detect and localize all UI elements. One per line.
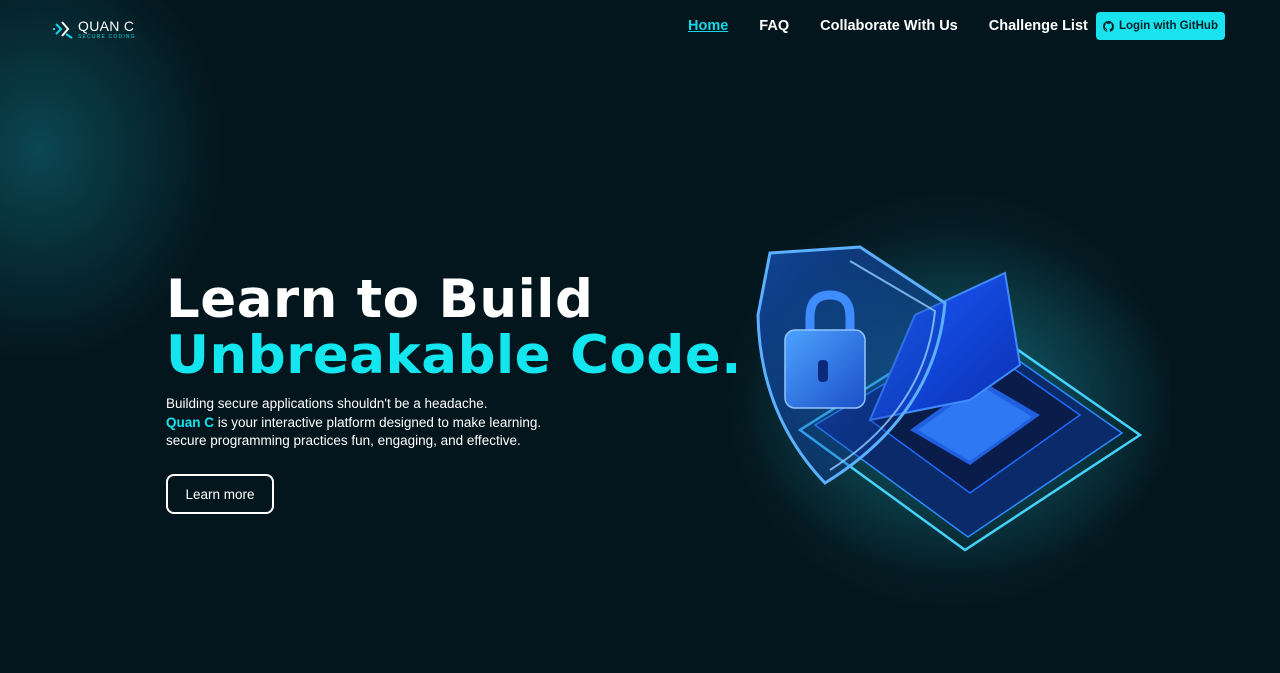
learn-more-button[interactable]: Learn more: [166, 474, 274, 514]
nav-link-faq[interactable]: FAQ: [759, 16, 789, 36]
brand-tagline: SECURE CODING: [78, 33, 136, 40]
hero-desc-brand: Quan C: [166, 414, 215, 430]
hero-description: Building secure applications shouldn't b…: [166, 395, 541, 451]
hero-title-line1: Learn to Build: [166, 269, 594, 330]
nav-link-challenge-list[interactable]: Challenge List: [989, 16, 1088, 36]
github-icon: [1102, 20, 1114, 32]
logo-mark-icon: [53, 21, 73, 39]
nav-link-home[interactable]: Home: [688, 16, 728, 36]
main-nav: Home FAQ Collaborate With Us Challenge L…: [688, 16, 1119, 36]
lock-keyhole: [818, 360, 828, 382]
hero-desc-line2-text: is your interactive platform designed to…: [214, 414, 542, 430]
hero-title: Learn to Build Unbreakable Code.: [166, 272, 742, 384]
hero-desc-line2: Quan C is your interactive platform desi…: [166, 414, 541, 433]
brand-logo[interactable]: QUAN C SECURE CODING: [52, 18, 136, 40]
hero-desc-line3: secure programming practices fun, engagi…: [166, 433, 521, 448]
landing-page: QUAN C SECURE CODING Home FAQ Collaborat…: [0, 0, 1280, 673]
hero-desc-line1: Building secure applications shouldn't b…: [166, 396, 488, 411]
hero-title-line2: Unbreakable Code.: [166, 325, 742, 386]
login-button-label: Login with GitHub: [1118, 20, 1218, 32]
security-laptop-illustration: [740, 235, 1170, 570]
nav-link-collaborate[interactable]: Collaborate With Us: [820, 16, 958, 36]
brand-name: QUAN C: [78, 17, 135, 34]
top-navbar: QUAN C SECURE CODING Home FAQ Collaborat…: [0, 0, 1280, 54]
login-github-button[interactable]: Login with GitHub: [1096, 12, 1225, 40]
